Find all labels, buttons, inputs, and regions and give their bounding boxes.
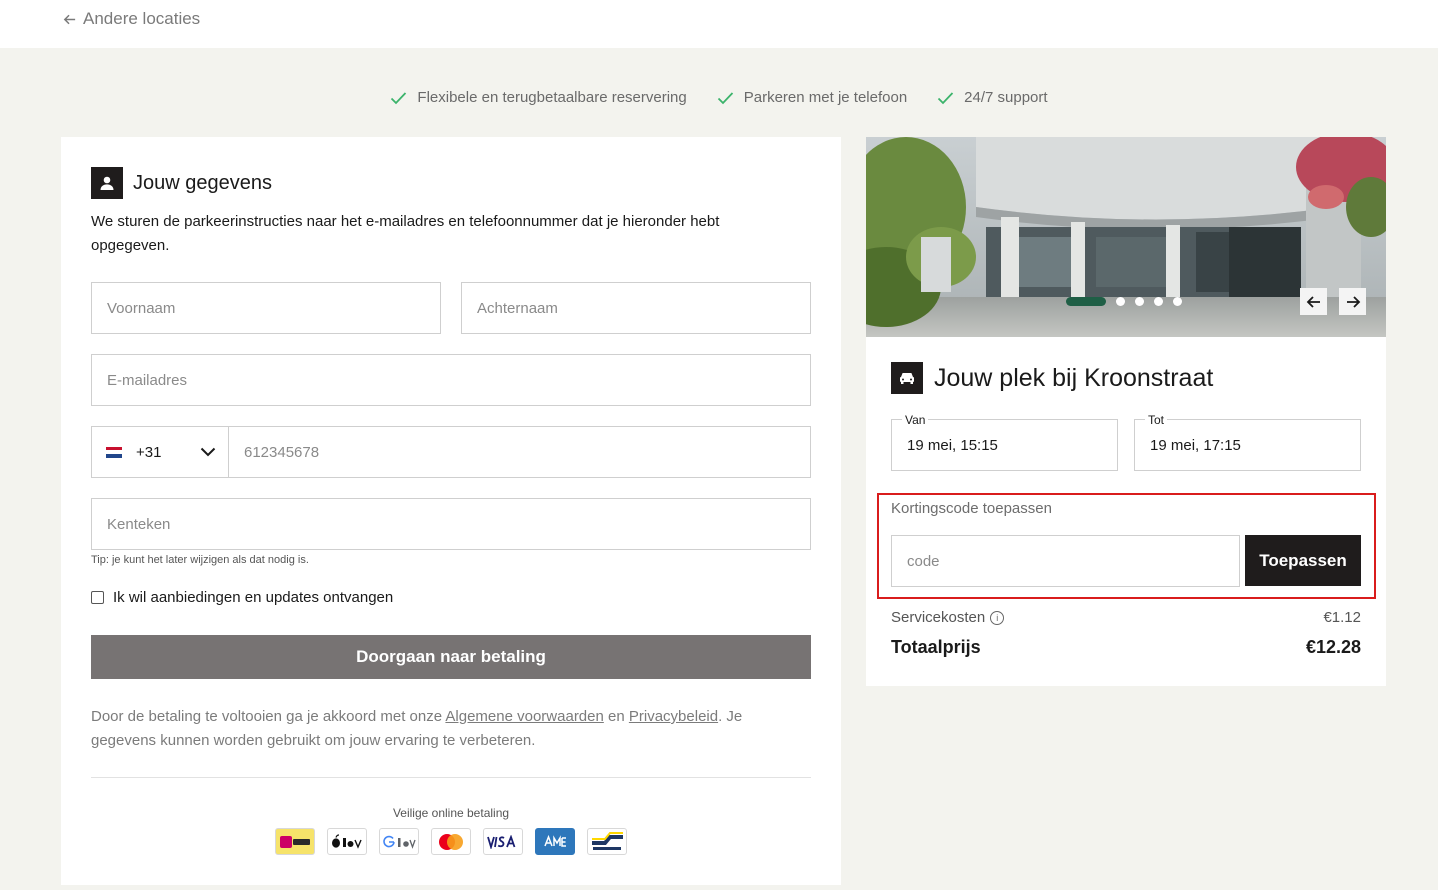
offers-option[interactable]: Ik wil aanbiedingen en updates ontvangen — [91, 589, 393, 606]
carousel-dot[interactable] — [1154, 297, 1163, 306]
service-fee-label-group: Servicekosten i — [891, 609, 1005, 626]
country-code-value: +31 — [136, 443, 162, 461]
netherlands-flag-icon — [106, 446, 122, 458]
carousel-next-button[interactable] — [1339, 288, 1366, 315]
arrow-right-icon — [1346, 295, 1360, 308]
service-fee-label: Servicekosten — [891, 609, 986, 626]
back-link[interactable]: Andere locaties — [62, 9, 200, 29]
end-datetime-value: 19 mei, 17:15 — [1150, 436, 1241, 454]
user-icon — [91, 167, 123, 199]
terms-link[interactable]: Algemene voorwaarden — [445, 708, 603, 725]
carousel-dot[interactable] — [1116, 297, 1125, 306]
usp-label: 24/7 support — [964, 89, 1048, 106]
promo-code-input[interactable] — [891, 535, 1240, 587]
usp-label: Parkeren met je telefoon — [743, 89, 908, 106]
top-bar: Andere locaties — [0, 0, 1438, 48]
terms-text: Door de betaling te voltooien ga je akko… — [91, 705, 811, 753]
check-icon — [391, 91, 407, 104]
total-price-row: Totaalprijs €12.28 — [891, 637, 1361, 658]
start-datetime-label: Van — [902, 413, 929, 427]
carousel-prev-button[interactable] — [1300, 288, 1327, 315]
ideal-wero-icon — [275, 828, 315, 855]
usp-item: Flexibele en terugbetaalbare reservering — [390, 89, 687, 106]
continue-to-payment-button[interactable]: Doorgaan naar betaling — [91, 635, 811, 679]
terms-prefix: Door de betaling te voltooien ga je akko… — [91, 708, 446, 725]
secure-payment-label: Veilige online betaling — [392, 806, 510, 820]
location-title: Jouw plek bij Kroonstraat — [934, 363, 1214, 392]
license-plate-input[interactable] — [91, 498, 811, 550]
offers-label: Ik wil aanbiedingen en updates ontvangen — [113, 589, 394, 606]
carousel-dot[interactable] — [1135, 297, 1144, 306]
service-fee-row: Servicekosten i €1.12 — [891, 609, 1361, 626]
offers-checkbox[interactable] — [91, 591, 104, 604]
check-icon — [938, 91, 954, 104]
total-price-value: €12.28 — [1305, 637, 1361, 657]
usp-bar: Flexibele en terugbetaalbare reservering… — [0, 89, 1438, 106]
details-title: Jouw gegevens — [133, 171, 272, 194]
usp-item: 24/7 support — [937, 89, 1048, 106]
apply-promo-button[interactable]: Toepassen — [1245, 535, 1361, 586]
usp-label: Flexibele en terugbetaalbare reservering — [417, 89, 687, 106]
phone-input[interactable] — [228, 426, 811, 478]
apple-pay-icon — [327, 828, 367, 855]
car-icon — [891, 362, 923, 394]
details-description: We sturen de parkeerinstructies naar het… — [91, 213, 720, 254]
license-plate-tip: Tip: je kunt het later wijzigen als dat … — [91, 554, 309, 566]
end-datetime-label: Tot — [1145, 413, 1168, 427]
payment-methods — [61, 828, 841, 855]
info-icon[interactable]: i — [990, 611, 1005, 626]
promo-label: Kortingscode toepassen — [891, 500, 1052, 517]
privacy-link[interactable]: Privacybeleid — [629, 708, 718, 725]
mastercard-icon — [431, 828, 471, 855]
google-pay-icon — [379, 828, 419, 855]
details-header: Jouw gegevens — [91, 167, 272, 199]
email-input[interactable] — [91, 354, 811, 406]
check-icon — [717, 91, 733, 104]
usp-item: Parkeren met je telefoon — [717, 89, 907, 106]
summary-header: Jouw plek bij Kroonstraat — [891, 362, 1213, 394]
american-express-icon — [535, 828, 575, 855]
chevron-down-icon — [200, 447, 216, 457]
carousel-dot[interactable] — [1173, 297, 1182, 306]
back-link-label: Andere locaties — [83, 9, 201, 28]
arrow-left-icon — [1306, 295, 1320, 308]
end-datetime-field[interactable]: 19 mei, 17:15 — [1134, 419, 1361, 471]
location-photo — [866, 137, 1386, 337]
details-form-card: Jouw gegevens We sturen de parkeerinstru… — [61, 137, 841, 885]
visa-icon — [483, 828, 523, 855]
divider — [91, 777, 811, 778]
booking-summary-card: Jouw plek bij Kroonstraat 19 mei, 15:15 … — [866, 137, 1386, 686]
last-name-input[interactable] — [461, 282, 811, 334]
terms-middle: en — [603, 708, 629, 725]
start-datetime-value: 19 mei, 15:15 — [907, 436, 998, 454]
total-price-label: Totaalprijs — [891, 637, 981, 657]
arrow-left-icon — [63, 14, 76, 24]
carousel-dot[interactable] — [1066, 297, 1106, 306]
carousel-indicators — [1066, 297, 1182, 306]
country-code-select[interactable]: +31 — [91, 426, 229, 478]
bancontact-icon — [587, 828, 627, 855]
service-fee-value: €1.12 — [1323, 609, 1361, 626]
first-name-input[interactable] — [91, 282, 441, 334]
